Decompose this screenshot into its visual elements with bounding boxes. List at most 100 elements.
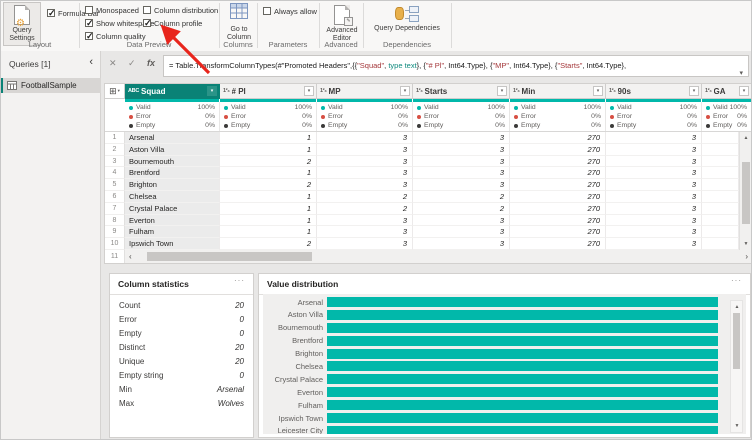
scroll-down-icon[interactable]: ▼ [740,241,751,247]
cell[interactable]: Arsenal [125,132,220,144]
cell[interactable]: 3 [606,132,702,144]
bar[interactable] [327,335,718,346]
bar[interactable] [327,361,718,372]
cell[interactable]: 3 [317,143,413,156]
cell[interactable]: 1 [220,167,317,180]
cell[interactable]: 3 [413,226,510,239]
cell[interactable]: 270 [510,214,606,227]
cell[interactable]: 2 [413,190,510,203]
cell[interactable]: 270 [510,167,606,180]
table-row[interactable]: 7 Crystal Palace 1 2 2 270 3 [105,202,751,215]
table-row[interactable]: 1 Arsenal 1 3 3 270 3 [105,132,751,144]
cell[interactable]: 270 [510,202,606,215]
cell[interactable]: Brentford [125,167,220,180]
table-row[interactable]: 8 Everton 1 3 3 270 3 [105,214,751,227]
cell[interactable]: 3 [413,167,510,180]
cancel-formula-icon[interactable]: ✕ [109,58,117,69]
query-item-footballsample[interactable]: FootballSample [1,78,101,93]
cell[interactable] [702,132,739,144]
cell[interactable]: 2 [413,202,510,215]
cell[interactable]: 2 [220,155,317,168]
cell[interactable] [702,155,739,168]
vertical-scroll-thumb[interactable] [742,162,750,224]
scroll-left-icon[interactable]: ‹ [129,251,132,262]
cell[interactable]: 3 [317,132,413,144]
cell[interactable]: 270 [510,143,606,156]
cell[interactable]: 3 [317,226,413,239]
cell[interactable]: 3 [606,143,702,156]
select-all-corner-cell[interactable]: ⊞ ▾ [105,84,125,99]
cell[interactable] [702,238,739,250]
cell[interactable]: 3 [413,155,510,168]
cell[interactable]: 3 [606,190,702,203]
cell[interactable]: Aston Villa [125,143,220,156]
cell[interactable]: Fulham [125,226,220,239]
cell[interactable]: 270 [510,190,606,203]
cell[interactable] [702,214,739,227]
cell[interactable]: 3 [606,238,702,250]
filter-dropdown-icon[interactable]: ▾ [304,86,314,96]
collapse-panel-icon[interactable]: ‹ [89,57,93,68]
column-header-squad[interactable]: ABC Squad ▾ [125,84,220,99]
cell[interactable]: 1 [220,132,317,144]
cell[interactable]: 270 [510,179,606,191]
column-header--pl[interactable]: 1²₃ # Pl ▾ [220,84,317,99]
horizontal-scrollbar[interactable]: ‹ › [125,250,751,263]
cell[interactable]: 3 [413,132,510,144]
cell[interactable]: 270 [510,155,606,168]
cell[interactable]: 2 [220,179,317,191]
cell[interactable]: 3 [606,179,702,191]
scroll-down-icon[interactable]: ▼ [731,423,743,429]
cell[interactable]: 1 [220,202,317,215]
cell[interactable] [702,143,739,156]
cell[interactable]: 1 [220,190,317,203]
cell[interactable]: 3 [606,167,702,180]
cell[interactable]: 270 [510,226,606,239]
column-header-90s[interactable]: 1²₃ 90s ▾ [606,84,702,99]
cell[interactable]: 1 [220,143,317,156]
table-row[interactable]: 10 Ipswich Town 2 3 3 270 3 [105,238,751,250]
chart-scroll-thumb[interactable] [733,313,740,369]
cell[interactable]: 3 [317,238,413,250]
cell[interactable]: 1 [220,226,317,239]
chart-vertical-scrollbar[interactable]: ▲ ▼ [730,300,743,433]
commit-formula-icon[interactable]: ✓ [128,58,136,69]
checkbox-column-profile[interactable]: Column profile [143,18,202,29]
bar[interactable] [327,413,718,424]
cell[interactable]: 2 [220,238,317,250]
scroll-up-icon[interactable]: ▲ [731,304,743,310]
vertical-scrollbar[interactable]: ▲ ▼ [739,132,751,250]
table-row[interactable]: 2 Aston Villa 1 3 3 270 3 [105,143,751,156]
go-to-column-button[interactable]: Go to Column [221,3,257,41]
bar[interactable] [327,309,718,320]
table-row[interactable]: 9 Fulham 1 3 3 270 3 [105,226,751,239]
panel-menu-icon[interactable]: ··· [731,276,742,285]
cell[interactable]: 2 [317,190,413,203]
cell[interactable]: 3 [606,202,702,215]
cell[interactable] [702,179,739,191]
panel-menu-icon[interactable]: ··· [234,276,245,285]
cell[interactable]: 270 [510,132,606,144]
bar[interactable] [327,387,718,398]
cell[interactable]: Ipswich Town [125,238,220,250]
query-dependencies-button[interactable]: Query Dependencies [367,3,447,33]
cell[interactable]: 3 [413,143,510,156]
cell[interactable]: 3 [317,179,413,191]
column-header-mp[interactable]: 1²₃ MP ▾ [317,84,413,99]
advanced-editor-button[interactable]: ✎ Advanced Editor [321,3,363,42]
cell[interactable]: Everton [125,214,220,227]
cell[interactable] [702,202,739,215]
bar[interactable] [327,374,718,385]
bar[interactable] [327,400,718,411]
table-row[interactable]: 3 Bournemouth 2 3 3 270 3 [105,155,751,168]
column-header-min[interactable]: 1²₃ Min ▾ [510,84,606,99]
cell[interactable] [702,167,739,180]
cell[interactable]: 3 [413,179,510,191]
table-row[interactable]: 4 Brentford 1 3 3 270 3 [105,167,751,180]
bar[interactable] [327,322,718,333]
horizontal-scroll-thumb[interactable] [147,252,312,261]
filter-dropdown-icon[interactable]: ▾ [739,86,749,96]
fx-icon[interactable]: fx [147,58,155,68]
expand-formula-chevron-icon[interactable]: ▾ [739,64,743,76]
cell[interactable]: 1 [220,214,317,227]
